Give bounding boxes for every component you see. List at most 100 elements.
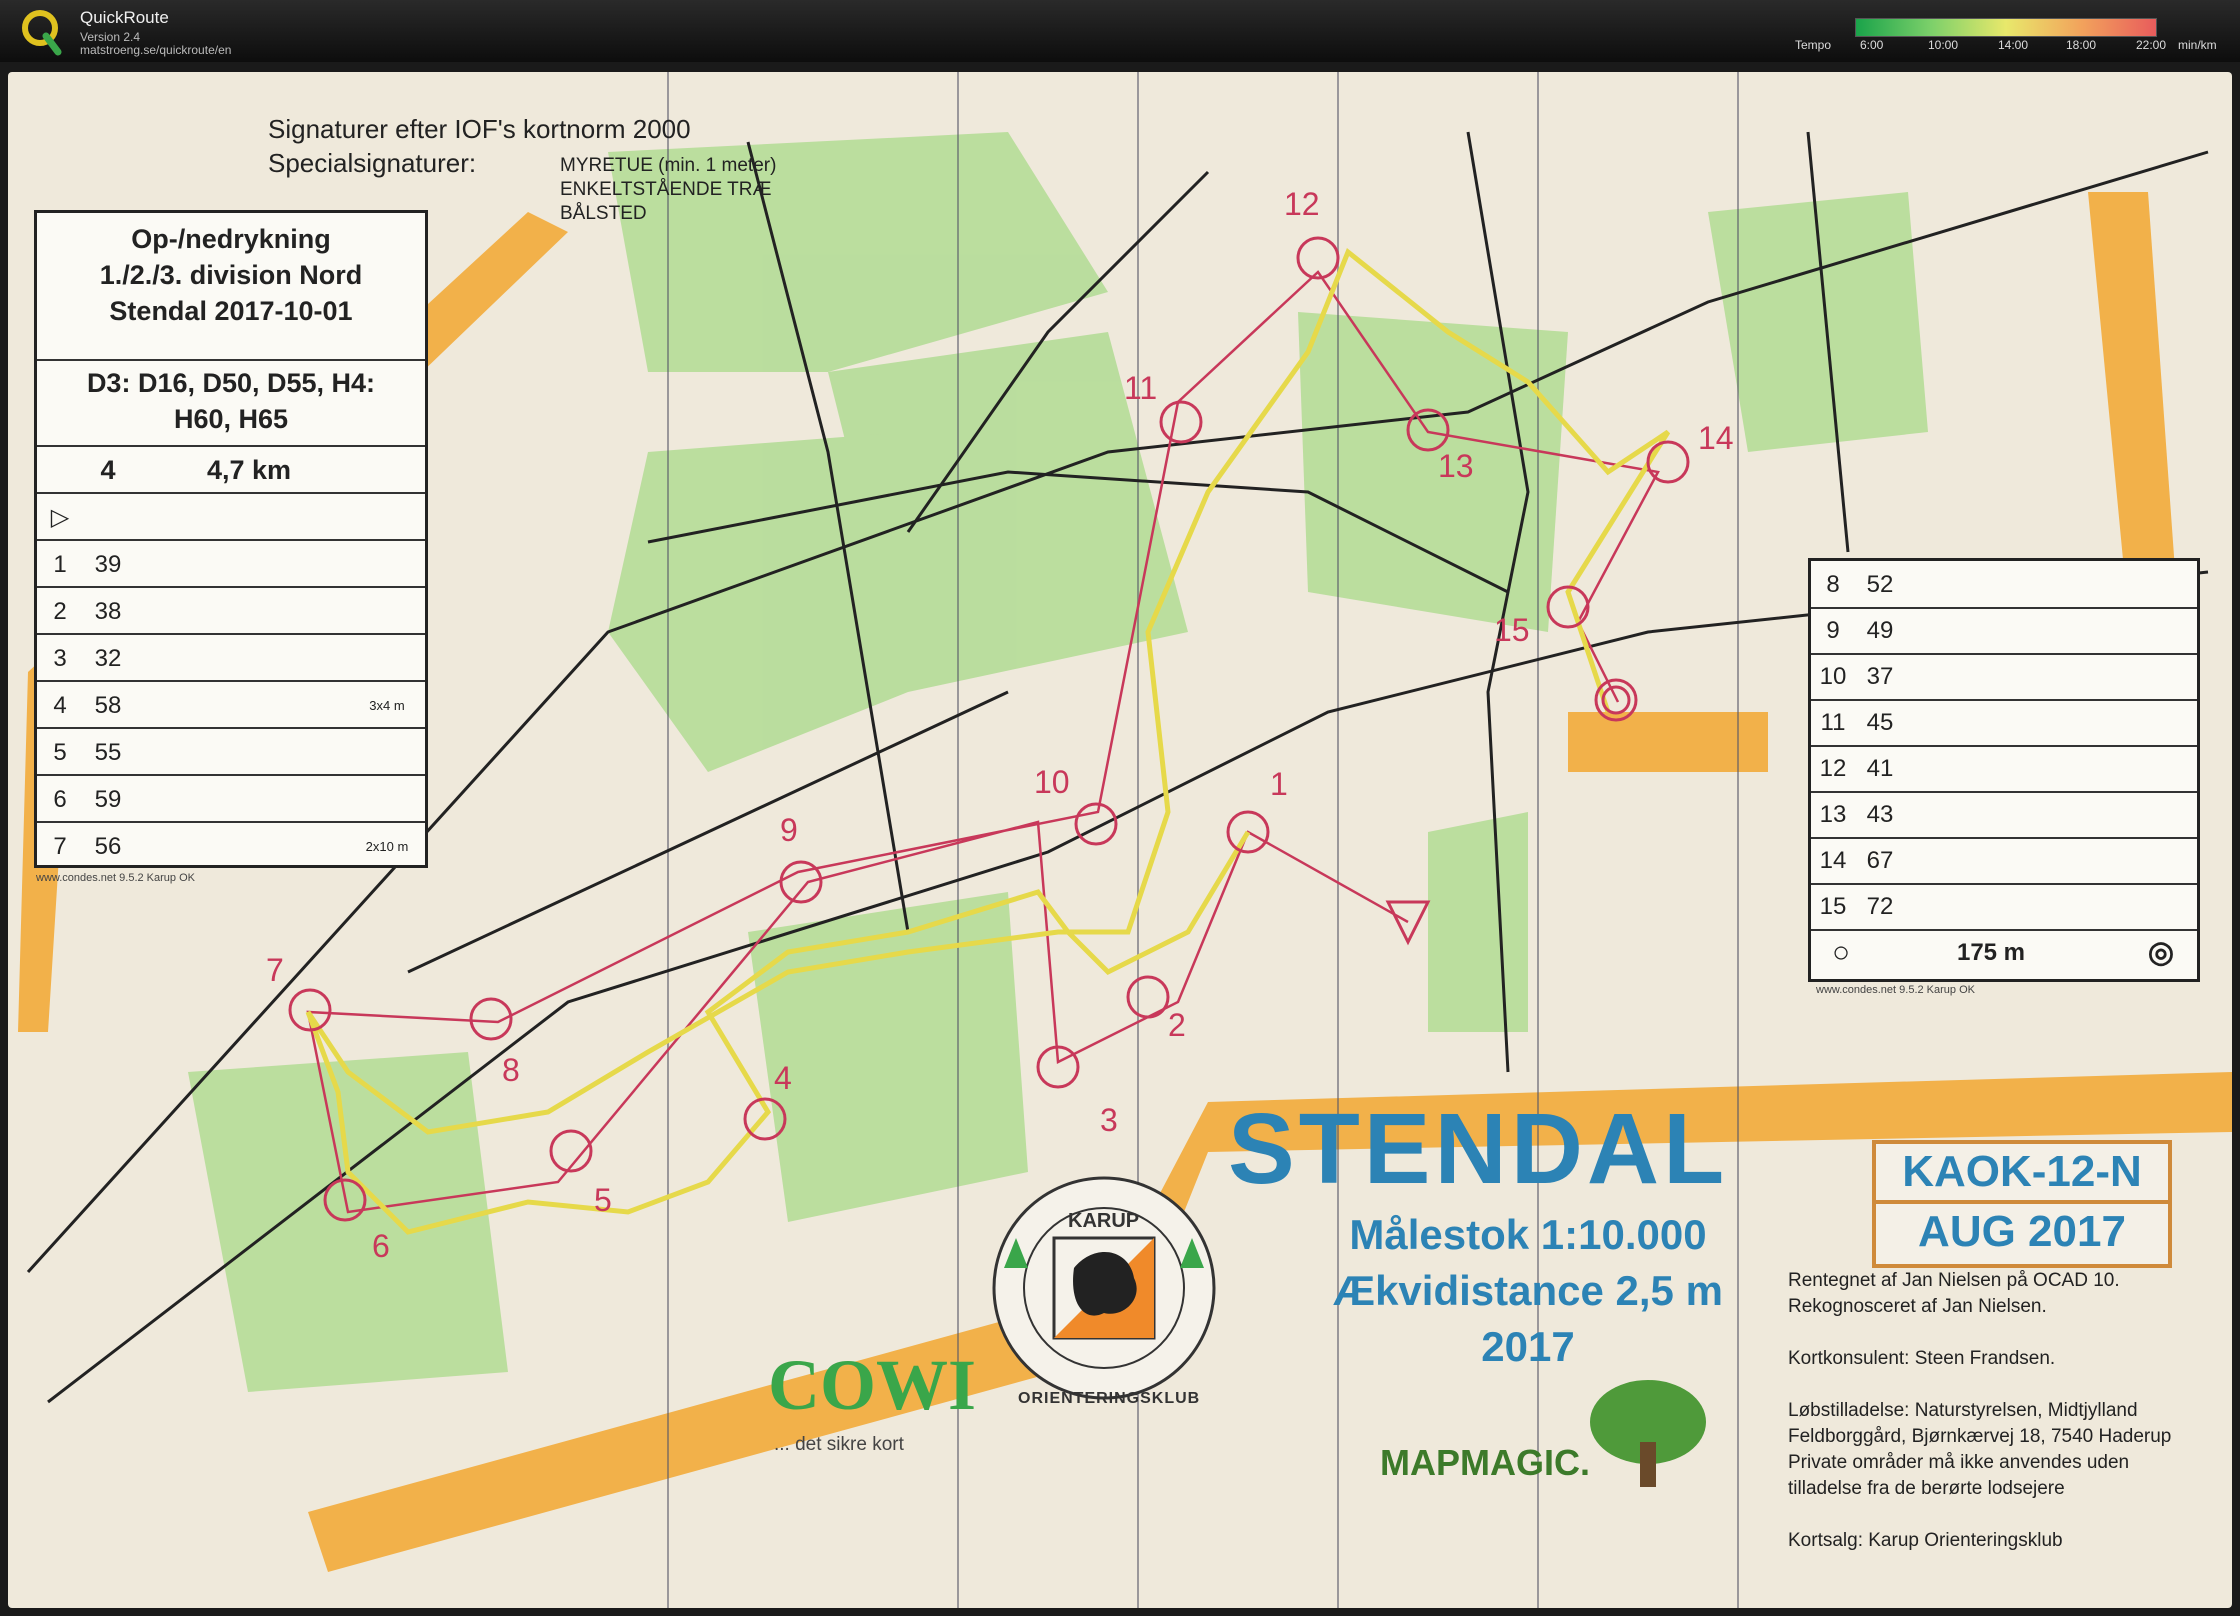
map-scale-info: Målestok 1:10.000 Ækvidistance 2,5 m 201… — [1288, 1207, 1768, 1375]
control-code: 37 — [1866, 663, 1894, 690]
card-title-line: Op-/nedrykning — [131, 224, 331, 254]
orienteering-map[interactable]: 1 2 3 4 5 6 7 8 9 10 11 12 13 14 15 Sign… — [8, 72, 2232, 1608]
tempo-tick: 18:00 — [2066, 38, 2097, 52]
control-code: 49 — [1866, 617, 1894, 644]
control-number: 3 — [1100, 1102, 1118, 1138]
control-seq: 6 — [53, 786, 67, 813]
control-code: 67 — [1866, 847, 1894, 874]
card-title-line: 1./2./3. division Nord — [99, 260, 363, 290]
tempo-tick: 10:00 — [1928, 38, 1959, 52]
credit-line: Løbstilladelse: Naturstyrelsen, Midtjyll… — [1788, 1400, 2138, 1421]
table-row: 7 56 2x10 m — [37, 821, 425, 870]
credit-line: Rekognosceret af Jan Nielsen. — [1788, 1296, 2047, 1317]
credit-line: Kortsalg: Karup Orienteringsklub — [1788, 1530, 2063, 1551]
control-seq: 3 — [53, 645, 67, 672]
table-row: 3 32 — [37, 633, 425, 682]
cowi-tagline: ... det sikre kort — [774, 1434, 904, 1455]
table-row: 8 52 — [1811, 561, 2197, 609]
tempo-unit: min/km — [2178, 38, 2217, 52]
tempo-tick: 22:00 — [2136, 38, 2167, 52]
control-description-card-left: Op-/nedrykning 1./2./3. division Nord St… — [34, 210, 428, 868]
legend-line: Signaturer efter IOF's kortnorm 2000 — [268, 114, 691, 144]
control-seq: 2 — [53, 598, 67, 625]
table-row: 1 39 — [37, 539, 425, 588]
tempo-tick: 6:00 — [1860, 38, 1884, 52]
app-header: QuickRoute Version 2.4 matstroeng.se/qui… — [0, 0, 2240, 62]
control-number: 5 — [594, 1182, 612, 1218]
table-row: 13 43 — [1811, 791, 2197, 839]
credit-line: Rentegnet af Jan Nielsen på OCAD 10. — [1788, 1270, 2120, 1291]
control-seq: 9 — [1826, 617, 1840, 644]
control-seq: 1 — [53, 551, 67, 578]
table-row: 12 41 — [1811, 745, 2197, 793]
control-code: 32 — [94, 645, 122, 672]
card-classes: D3: D16, D50, D55, H4: H60, H65 — [37, 359, 425, 437]
control-code: 38 — [94, 598, 122, 625]
card-classes-line: H60, H65 — [173, 404, 289, 434]
table-row: 2 38 — [37, 586, 425, 635]
mapmagic-tree-icon — [1590, 1380, 1706, 1487]
control-code: 41 — [1866, 755, 1894, 782]
club-name-bottom: ORIENTERINGSKLUB — [1018, 1390, 1201, 1407]
finish-distance: 175 m — [1956, 939, 2026, 966]
table-row: 5 55 — [37, 727, 425, 776]
card-title-line: Stendal 2017-10-01 — [109, 296, 353, 326]
control-number: 10 — [1034, 764, 1070, 800]
control-code: 43 — [1866, 801, 1894, 828]
control-number: 6 — [372, 1228, 390, 1264]
control-seq: 14 — [1819, 847, 1847, 874]
control-seq: 5 — [53, 739, 67, 766]
control-number: 11 — [1124, 370, 1158, 406]
control-number: 12 — [1284, 186, 1320, 222]
special-symbol: BÅLSTED — [560, 203, 647, 224]
credit-line: Feldborggård, Bjørnkærvej 18, 7540 Hader… — [1788, 1426, 2172, 1447]
control-seq: 4 — [53, 692, 67, 719]
map-credits: Rentegnet af Jan Nielsen på OCAD 10. Rek… — [1788, 1268, 2171, 1554]
control-dimension: 2x10 m — [365, 839, 409, 854]
course-number: 4 — [100, 455, 116, 485]
control-number: 14 — [1698, 420, 1734, 456]
table-row: 15 72 — [1811, 883, 2197, 931]
app-title: QuickRoute — [80, 8, 169, 27]
quickroute-logo-icon — [22, 10, 62, 56]
control-code: 58 — [94, 692, 122, 719]
control-code: 55 — [94, 739, 122, 766]
control-number: 15 — [1494, 612, 1530, 648]
control-number: 7 — [266, 952, 284, 988]
credit-line: Private områder må ikke anvendes uden — [1788, 1452, 2130, 1473]
table-row: 14 67 — [1811, 837, 2197, 885]
control-code: 52 — [1866, 571, 1894, 598]
control-code: 39 — [94, 551, 122, 578]
control-number: 8 — [502, 1052, 520, 1088]
kaok-badge: KAOK-12-N AUG 2017 — [1872, 1140, 2172, 1268]
finish-row: ○ 175 m ◎ — [1811, 929, 2197, 975]
control-seq: 11 — [1820, 709, 1846, 736]
control-seq: 15 — [1819, 893, 1847, 920]
control-number: 9 — [780, 812, 798, 848]
club-name-top: KARUP — [1068, 1210, 1140, 1232]
credit-line: Kortkonsulent: Steen Frandsen. — [1788, 1348, 2056, 1369]
table-row: 10 37 — [1811, 653, 2197, 701]
card-course-row: 4 4,7 km — [37, 445, 425, 494]
kaok-date: AUG 2017 — [1876, 1200, 2168, 1260]
control-code: 72 — [1866, 893, 1894, 920]
control-seq: 12 — [1819, 755, 1847, 782]
control-seq: 7 — [53, 833, 67, 860]
finish-start-circle-icon: ○ — [1831, 936, 1851, 969]
mapmagic-logo: MAPMAGIC. — [1380, 1442, 1590, 1483]
app-version: Version 2.4 — [80, 30, 141, 44]
scale-line: Målestok 1:10.000 — [1349, 1211, 1707, 1258]
table-row: 11 45 — [1811, 699, 2197, 747]
card-start-row: ▷ — [37, 492, 425, 541]
special-symbols: MYRETUE (min. 1 meter) ENKELTSTÅENDE TRÆ… — [560, 154, 776, 226]
control-seq: 8 — [1826, 571, 1840, 598]
special-symbol: MYRETUE (min. 1 meter) — [560, 155, 777, 176]
app-url[interactable]: matstroeng.se/quickroute/en — [80, 43, 231, 57]
control-dimension: 3x4 m — [369, 698, 405, 713]
map-year: 2017 — [1481, 1323, 1575, 1370]
tempo-color-scale — [1855, 18, 2157, 37]
credit-spacer — [1788, 1502, 2171, 1528]
tempo-label: Tempo — [1795, 38, 1832, 52]
credit-spacer — [1788, 1320, 2171, 1346]
control-number: 13 — [1438, 448, 1474, 484]
